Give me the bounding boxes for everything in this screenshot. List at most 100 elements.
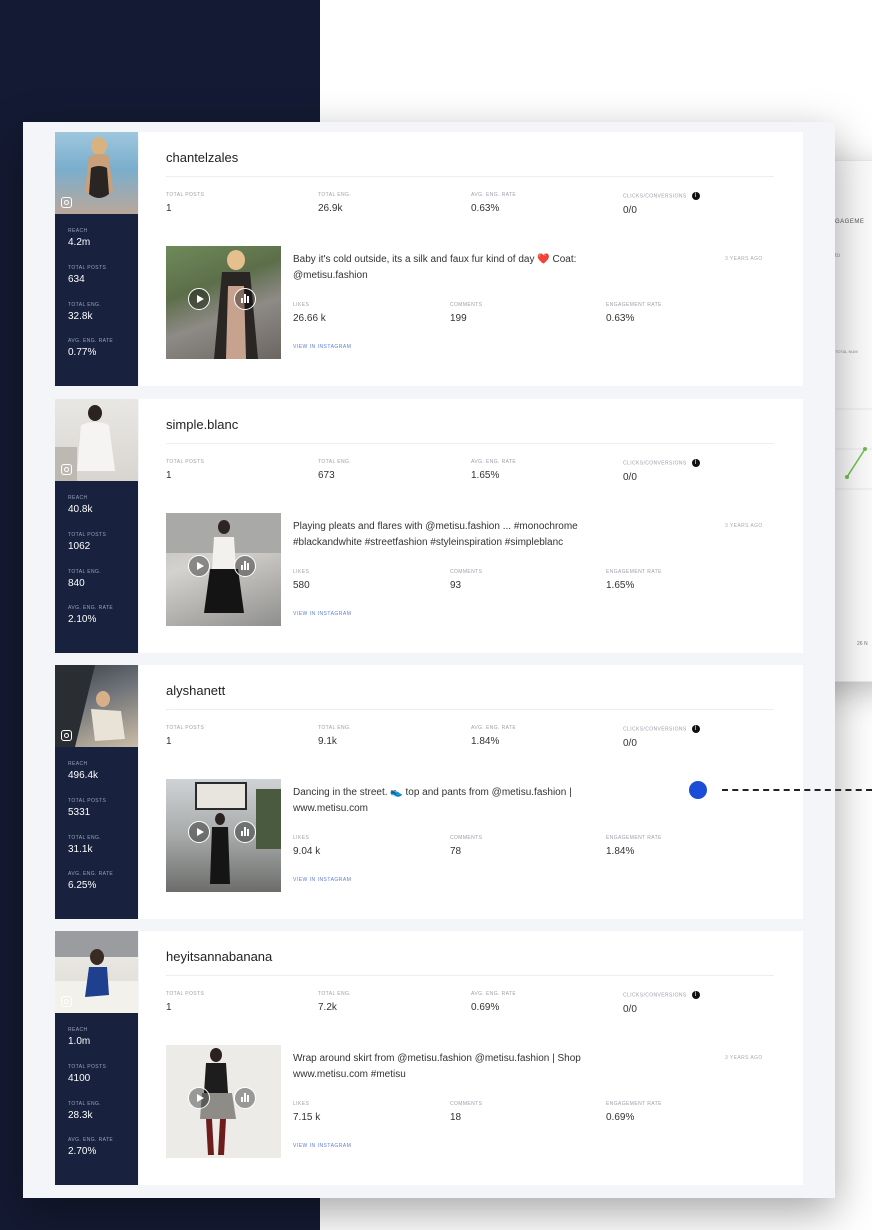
- post-caption: Wrap around skirt from @metisu.fashion @…: [293, 1053, 581, 1080]
- total-eng-summary: TOTAL ENG. 26.9k: [318, 192, 352, 214]
- total-eng-summary: TOTAL ENG. 7.2k: [318, 991, 352, 1013]
- panel-line-chart: [831, 408, 872, 490]
- username[interactable]: heyitsannabanana: [166, 949, 272, 964]
- likes-stat: LIKES 26.66 k: [293, 302, 326, 324]
- avatar[interactable]: [55, 399, 138, 481]
- avg-eng-rate-summary: AVG. ENG. RATE 0.69%: [471, 991, 517, 1013]
- divider: [166, 176, 774, 177]
- total-posts-stat: TOTAL POSTS 5331: [68, 798, 107, 818]
- instagram-icon: [61, 996, 72, 1007]
- avg-eng-rate-stat: AVG. ENG. RATE 6.25%: [68, 871, 114, 891]
- likes-stat: LIKES 580: [293, 569, 310, 591]
- play-icon[interactable]: [188, 821, 210, 843]
- view-in-instagram-link[interactable]: VIEW IN INSTAGRAM: [293, 611, 351, 617]
- engagement-rate-stat: ENGAGEMENT RATE 0.69%: [606, 1101, 662, 1123]
- instagram-icon: [61, 730, 72, 741]
- influencer-card: REACH 4.2m TOTAL POSTS 634 TOTAL ENG. 32.8k…: [55, 132, 803, 386]
- post-caption: Baby it's cold outside, its a silk and f…: [293, 254, 577, 281]
- influencer-sidebar: REACH 4.2m TOTAL POSTS 634 TOTAL ENG. 32.8k…: [55, 132, 138, 386]
- info-icon[interactable]: i: [691, 991, 700, 999]
- post-thumbnail[interactable]: [166, 246, 281, 359]
- panel-header: GAGEME: [835, 219, 865, 225]
- divider: [166, 975, 774, 976]
- total-eng-summary: TOTAL ENG. 9.1k: [318, 725, 352, 747]
- influencer-list-sheet: REACH 4.2m TOTAL POSTS 634 TOTAL ENG. 32.8k…: [23, 122, 835, 1198]
- play-icon[interactable]: [188, 555, 210, 577]
- post-age: 3 YEARS AGO: [725, 1055, 763, 1061]
- avatar[interactable]: [55, 931, 138, 1013]
- avatar[interactable]: [55, 132, 138, 214]
- influencer-content: chantelzales TOTAL POSTS 1 TOTAL ENG. 26.9…: [139, 132, 803, 386]
- post-age: 3 YEARS AGO: [725, 523, 763, 529]
- dashed-connector-line: [722, 789, 872, 791]
- avg-eng-rate-summary: AVG. ENG. RATE 0.63%: [471, 192, 517, 214]
- username[interactable]: simple.blanc: [166, 417, 238, 432]
- highlight-dot: [689, 781, 707, 799]
- clicks-conversions-summary: CLICKS/CONVERSIONS i 0/0: [623, 991, 700, 1015]
- total-eng-stat: TOTAL ENG. 31.1k: [68, 835, 102, 855]
- play-icon[interactable]: [188, 1087, 210, 1109]
- divider: [166, 709, 774, 710]
- reach-stat: REACH 1.0m: [68, 1027, 91, 1047]
- avg-eng-rate-stat: AVG. ENG. RATE 0.77%: [68, 338, 114, 358]
- total-eng-stat: TOTAL ENG. 28.3k: [68, 1101, 102, 1121]
- total-posts-stat: TOTAL POSTS 634: [68, 265, 107, 285]
- influencer-content: heyitsannabanana TOTAL POSTS 1 TOTAL ENG.…: [139, 931, 803, 1185]
- info-icon[interactable]: i: [691, 725, 700, 733]
- avg-eng-rate-summary: AVG. ENG. RATE 1.65%: [471, 459, 517, 481]
- engagement-rate-stat: ENGAGEMENT RATE 1.65%: [606, 569, 662, 591]
- avg-eng-rate-summary: AVG. ENG. RATE 1.84%: [471, 725, 517, 747]
- info-icon[interactable]: i: [691, 192, 700, 200]
- influencer-content: simple.blanc TOTAL POSTS 1 TOTAL ENG. 673 …: [139, 399, 803, 653]
- avg-eng-rate-stat: AVG. ENG. RATE 2.10%: [68, 605, 114, 625]
- influencer-card: REACH 1.0m TOTAL POSTS 4100 TOTAL ENG. 28.3…: [55, 931, 803, 1185]
- panel-x-tick: 26 N: [857, 641, 868, 647]
- total-posts-summary: TOTAL POSTS 1: [166, 991, 205, 1013]
- info-icon[interactable]: i: [691, 459, 700, 467]
- total-posts-summary: TOTAL POSTS 1: [166, 725, 205, 747]
- instagram-icon: [61, 197, 72, 208]
- influencer-sidebar: REACH 40.8k TOTAL POSTS 1062 TOTAL ENG. 840…: [55, 399, 138, 653]
- post-age: 3 YEARS AGO: [725, 256, 763, 262]
- avatar[interactable]: [55, 665, 138, 747]
- username[interactable]: chantelzales: [166, 150, 238, 165]
- engagement-rate-stat: ENGAGEMENT RATE 1.84%: [606, 835, 662, 857]
- post-thumbnail[interactable]: [166, 513, 281, 626]
- comments-stat: COMMENTS 199: [450, 302, 483, 324]
- influencer-sidebar: REACH 1.0m TOTAL POSTS 4100 TOTAL ENG. 28.3…: [55, 931, 138, 1185]
- post-thumbnail[interactable]: [166, 1045, 281, 1158]
- likes-stat: LIKES 7.15 k: [293, 1101, 321, 1123]
- likes-stat: LIKES 9.04 k: [293, 835, 321, 857]
- panel-filter: to: [835, 253, 841, 259]
- total-posts-stat: TOTAL POSTS 4100: [68, 1064, 107, 1084]
- total-posts-summary: TOTAL POSTS 1: [166, 192, 205, 214]
- post-caption: Dancing in the street. 👟 top and pants f…: [293, 787, 572, 814]
- reach-stat: REACH 40.8k: [68, 495, 93, 515]
- post-thumbnail[interactable]: [166, 779, 281, 892]
- total-posts-summary: TOTAL POSTS 1: [166, 459, 205, 481]
- instagram-icon: [61, 464, 72, 475]
- total-eng-stat: TOTAL ENG. 840: [68, 569, 102, 589]
- stats-icon[interactable]: [234, 821, 256, 843]
- influencer-sidebar: REACH 496.4k TOTAL POSTS 5331 TOTAL ENG. 31…: [55, 665, 138, 919]
- stats-icon[interactable]: [234, 288, 256, 310]
- total-posts-stat: TOTAL POSTS 1062: [68, 532, 107, 552]
- play-icon[interactable]: [188, 288, 210, 310]
- comments-stat: COMMENTS 78: [450, 835, 483, 857]
- divider: [166, 443, 774, 444]
- stats-icon[interactable]: [234, 555, 256, 577]
- reach-stat: REACH 496.4k: [68, 761, 99, 781]
- total-eng-stat: TOTAL ENG. 32.8k: [68, 302, 102, 322]
- view-in-instagram-link[interactable]: VIEW IN INSTAGRAM: [293, 1143, 351, 1149]
- reach-stat: REACH 4.2m: [68, 228, 91, 248]
- clicks-conversions-summary: CLICKS/CONVERSIONS i 0/0: [623, 725, 700, 749]
- clicks-conversions-summary: CLICKS/CONVERSIONS i 0/0: [623, 459, 700, 483]
- stats-icon[interactable]: [234, 1087, 256, 1109]
- comments-stat: COMMENTS 18: [450, 1101, 483, 1123]
- view-in-instagram-link[interactable]: VIEW IN INSTAGRAM: [293, 877, 351, 883]
- avg-eng-rate-stat: AVG. ENG. RATE 2.70%: [68, 1137, 114, 1157]
- username[interactable]: alyshanett: [166, 683, 225, 698]
- view-in-instagram-link[interactable]: VIEW IN INSTAGRAM: [293, 344, 351, 350]
- post-caption: Playing pleats and flares with @metisu.f…: [293, 521, 578, 548]
- total-eng-summary: TOTAL ENG. 673: [318, 459, 352, 481]
